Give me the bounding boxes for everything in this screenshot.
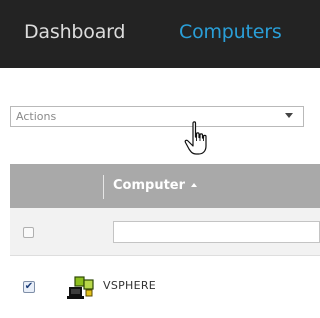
sort-ascending-icon bbox=[191, 183, 198, 187]
grid-header: Computer bbox=[10, 164, 320, 208]
column-header-label: Computer bbox=[113, 178, 186, 193]
row-checkbox[interactable]: ✔ bbox=[23, 281, 35, 293]
computer-filter-input[interactable] bbox=[113, 221, 320, 243]
table-row[interactable]: ✔ VSPHERE bbox=[10, 257, 320, 307]
top-navigation: Dashboard Computers bbox=[0, 0, 320, 68]
network-computer-icon bbox=[67, 276, 94, 299]
filter-row bbox=[10, 208, 320, 256]
computer-name[interactable]: VSPHERE bbox=[103, 279, 156, 292]
column-divider[interactable] bbox=[103, 175, 104, 199]
column-header-computer[interactable]: Computer bbox=[113, 178, 198, 193]
tab-computers[interactable]: Computers bbox=[179, 21, 282, 43]
actions-dropdown-label: Actions bbox=[16, 110, 57, 123]
hand-pointer-cursor-icon bbox=[184, 121, 207, 155]
actions-dropdown[interactable]: Actions bbox=[10, 106, 304, 127]
tab-dashboard[interactable]: Dashboard bbox=[24, 21, 125, 43]
select-all-checkbox[interactable] bbox=[23, 227, 34, 238]
chevron-down-icon bbox=[285, 113, 293, 118]
